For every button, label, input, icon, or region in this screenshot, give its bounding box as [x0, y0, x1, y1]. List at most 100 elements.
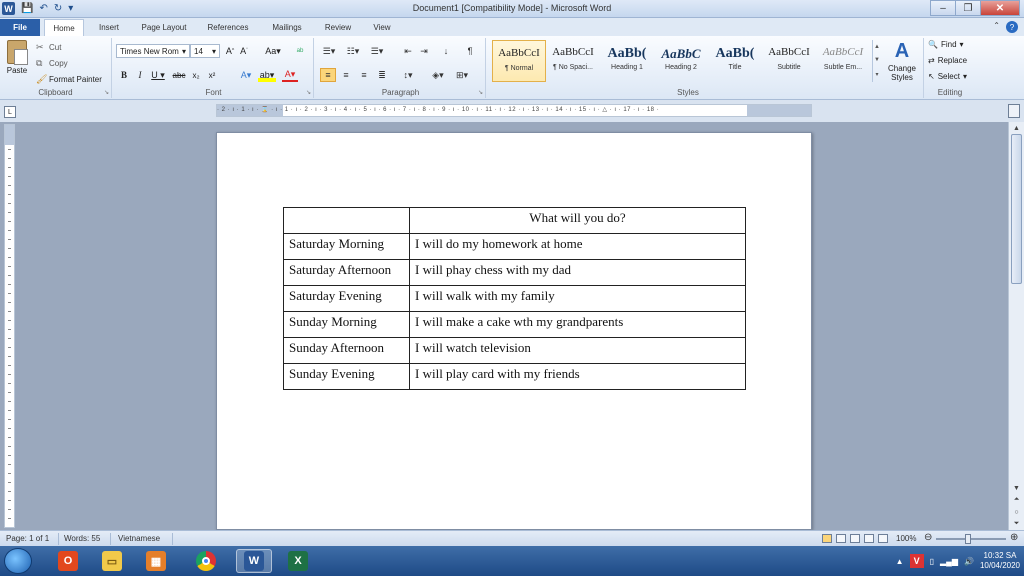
- print-layout-view-icon[interactable]: [822, 534, 832, 543]
- subscript-icon[interactable]: x₂: [190, 68, 202, 82]
- dialog-launcher-icon[interactable]: ↘: [306, 89, 311, 96]
- dialog-launcher-icon[interactable]: ↘: [104, 89, 109, 96]
- show-hidden-icons-icon[interactable]: ▲: [896, 557, 904, 566]
- table-cell[interactable]: I will watch television: [409, 337, 746, 364]
- table-cell[interactable]: I will make a cake wth my grandparents: [409, 311, 746, 338]
- bold-icon[interactable]: B: [118, 68, 130, 82]
- tab-mailings[interactable]: Mailings: [262, 19, 312, 36]
- text-effects-icon[interactable]: A▾: [238, 68, 254, 82]
- clock[interactable]: 10:32 SA 10/04/2020: [980, 551, 1020, 571]
- table-cell[interactable]: Sunday Evening: [283, 363, 410, 390]
- table-cell[interactable]: Sunday Morning: [283, 311, 410, 338]
- volume-icon[interactable]: 🔊: [964, 557, 974, 566]
- horizontal-ruler[interactable]: · 2 · ı · 1 · ı · ⌛ · ı · 1 · ı · 2 · ı …: [216, 104, 812, 117]
- tab-home[interactable]: Home: [44, 19, 84, 36]
- table-cell[interactable]: [283, 207, 410, 234]
- zoom-in-icon[interactable]: ⊕: [1010, 532, 1018, 543]
- align-left-icon[interactable]: ≡: [320, 68, 336, 82]
- grow-font-icon[interactable]: A ^: [224, 44, 236, 58]
- tab-references[interactable]: References: [198, 19, 258, 36]
- replace-button[interactable]: ⇄ Replace: [928, 56, 967, 65]
- previous-page-icon[interactable]: ⏶: [1009, 494, 1024, 506]
- table-cell[interactable]: Saturday Morning: [283, 233, 410, 260]
- taskbar-office-app[interactable]: O: [50, 549, 86, 573]
- style-subtitle[interactable]: AaBbCcI Subtitle: [762, 40, 816, 82]
- font-name-select[interactable]: Times New Rom ▾: [116, 44, 190, 58]
- page-count[interactable]: Page: 1 of 1: [6, 534, 49, 543]
- clear-formatting-icon[interactable]: ᵃᵇ: [292, 44, 308, 58]
- close-button[interactable]: ✕: [980, 0, 1020, 16]
- find-button[interactable]: 🔍 Find ▾: [928, 40, 964, 49]
- style-title[interactable]: AaBb( Title: [708, 40, 762, 82]
- zoom-out-icon[interactable]: ⊖: [924, 532, 932, 543]
- table-cell[interactable]: I will phay chess with my dad: [409, 259, 746, 286]
- table-cell[interactable]: I will walk with my family: [409, 285, 746, 312]
- scroll-up-icon[interactable]: ▲: [874, 44, 880, 50]
- table-cell[interactable]: Sunday Afternoon: [283, 337, 410, 364]
- proofing-language[interactable]: Vietnamese: [118, 534, 160, 543]
- taskbar-media[interactable]: ▦: [138, 549, 174, 573]
- numbering-icon[interactable]: ☷▾: [342, 44, 364, 58]
- justify-icon[interactable]: ≣: [374, 68, 390, 82]
- tab-review[interactable]: Review: [316, 19, 360, 36]
- minimize-ribbon-icon[interactable]: ⌃: [993, 21, 1000, 30]
- show-formatting-marks-icon[interactable]: ¶: [462, 44, 478, 58]
- document-page[interactable]: What will you do? Saturday Morning I wil…: [216, 132, 812, 530]
- scroll-up-arrow-icon[interactable]: ▲: [1009, 122, 1024, 134]
- align-right-icon[interactable]: ≡: [356, 68, 372, 82]
- italic-icon[interactable]: I: [134, 68, 146, 82]
- table-cell[interactable]: I will do my homework at home: [409, 233, 746, 260]
- change-case-icon[interactable]: Aa▾: [264, 44, 282, 58]
- table-cell[interactable]: What will you do?: [409, 207, 746, 234]
- format-painter-button[interactable]: 🖌 Format Painter: [36, 74, 102, 84]
- tab-insert[interactable]: Insert: [88, 19, 130, 36]
- copy-button[interactable]: ⧉ Copy: [36, 58, 68, 68]
- multilevel-list-icon[interactable]: ☰▾: [366, 44, 388, 58]
- change-styles-button[interactable]: A Change Styles: [882, 40, 922, 84]
- table-cell[interactable]: I will play card with my friends: [409, 363, 746, 390]
- line-spacing-icon[interactable]: ↕▾: [398, 68, 418, 82]
- more-styles-icon[interactable]: ▾: [875, 71, 878, 78]
- scroll-down-arrow-icon[interactable]: ▼: [1009, 482, 1024, 494]
- vertical-ruler[interactable]: [4, 124, 15, 528]
- style-normal[interactable]: AaBbCcI ¶ Normal: [492, 40, 546, 82]
- shading-icon[interactable]: ◈▾: [428, 68, 448, 82]
- start-button[interactable]: [4, 548, 32, 574]
- zoom-slider-knob[interactable]: [965, 534, 971, 544]
- taskbar-explorer[interactable]: ▭: [94, 549, 130, 573]
- tab-view[interactable]: View: [364, 19, 400, 36]
- network-icon[interactable]: ▂▄▆: [940, 557, 958, 566]
- restore-button[interactable]: ❐: [955, 0, 981, 16]
- increase-indent-icon[interactable]: ⇥: [416, 44, 432, 58]
- table-cell[interactable]: Saturday Afternoon: [283, 259, 410, 286]
- help-icon[interactable]: ?: [1006, 21, 1018, 33]
- unikey-icon[interactable]: V: [909, 554, 924, 568]
- cut-button[interactable]: ✂ Cut: [36, 42, 61, 52]
- tab-file[interactable]: File: [0, 19, 40, 36]
- borders-icon[interactable]: ⊞▾: [452, 68, 472, 82]
- vertical-scrollbar[interactable]: ▲ ▼ ⏶ ○ ⏷: [1008, 122, 1024, 530]
- bullets-icon[interactable]: ☰▾: [318, 44, 340, 58]
- zoom-slider[interactable]: [936, 538, 1006, 540]
- strikethrough-icon[interactable]: abc: [170, 68, 188, 82]
- font-color-icon[interactable]: A▾: [282, 68, 298, 82]
- view-ruler-icon[interactable]: [1008, 104, 1020, 118]
- full-screen-reading-icon[interactable]: [836, 534, 846, 543]
- taskbar-chrome[interactable]: [188, 549, 224, 573]
- highlight-icon[interactable]: ab▾: [258, 68, 276, 82]
- font-size-select[interactable]: 14 ▾: [190, 44, 220, 58]
- decrease-indent-icon[interactable]: ⇤: [400, 44, 416, 58]
- align-center-icon[interactable]: ≡: [338, 68, 354, 82]
- styles-scroll[interactable]: ▲ ▼ ▾: [872, 40, 881, 82]
- superscript-icon[interactable]: x²: [206, 68, 218, 82]
- table-cell[interactable]: Saturday Evening: [283, 285, 410, 312]
- dialog-launcher-icon[interactable]: ↘: [478, 89, 483, 96]
- underline-icon[interactable]: U ▾: [150, 68, 166, 82]
- outline-view-icon[interactable]: [864, 534, 874, 543]
- tab-selector-icon[interactable]: L: [4, 106, 16, 118]
- scroll-down-icon[interactable]: ▼: [874, 57, 880, 63]
- style-no-spacing[interactable]: AaBbCcI ¶ No Spaci...: [546, 40, 600, 82]
- style-heading-1[interactable]: AaBb( Heading 1: [600, 40, 654, 82]
- browse-object-icon[interactable]: ○: [1009, 506, 1024, 518]
- web-layout-icon[interactable]: [850, 534, 860, 543]
